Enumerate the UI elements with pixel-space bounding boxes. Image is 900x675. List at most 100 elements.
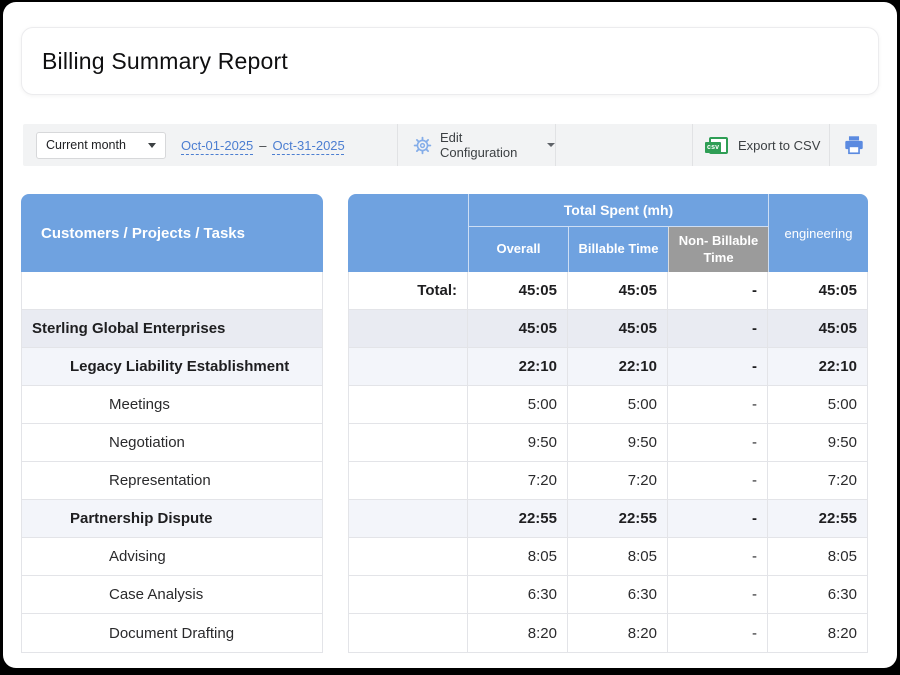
- row-name-label: Sterling Global Enterprises: [22, 320, 225, 337]
- cell-billable-time: 6:30: [568, 576, 668, 613]
- values-table: Total Spent (mh) Overall Billable Time N…: [348, 194, 868, 653]
- cell-billable-time: 8:05: [568, 538, 668, 575]
- cell-engineering: 22:55: [768, 500, 867, 537]
- date-range: Oct-01-2025 – Oct-31-2025: [181, 138, 345, 153]
- cell-row-label: [349, 348, 468, 385]
- table-row-values: 6:30 6:30 - 6:30: [349, 576, 867, 614]
- printer-icon: [843, 134, 865, 156]
- table-row-values: 9:50 9:50 - 9:50: [349, 424, 867, 462]
- cell-billable-time: 8:20: [568, 614, 668, 652]
- table-row-values: 45:05 45:05 - 45:05: [349, 310, 867, 348]
- cell-billable-time: 5:00: [568, 386, 668, 423]
- cell-row-label: [349, 576, 468, 613]
- cell-billable-time: 45:05: [568, 310, 668, 347]
- names-table-header: Customers / Projects / Tasks: [21, 194, 323, 272]
- cell-non-billable-time: -: [668, 462, 768, 499]
- cell-billable-time: 22:55: [568, 500, 668, 537]
- table-row-values: 22:10 22:10 - 22:10: [349, 348, 867, 386]
- chevron-down-icon: [148, 143, 156, 148]
- period-select[interactable]: Current month: [36, 132, 166, 159]
- table-row-total: Total: 45:05 45:05 - 45:05: [349, 272, 867, 310]
- table-row-values: 7:20 7:20 - 7:20: [349, 462, 867, 500]
- cell-overall: 7:20: [468, 462, 568, 499]
- cell-non-billable-time: -: [668, 500, 768, 537]
- cell-row-label: [349, 462, 468, 499]
- gear-icon: [413, 136, 432, 155]
- edit-configuration-label: Edit Configuration: [440, 130, 539, 160]
- row-name-label: Meetings: [22, 396, 170, 413]
- table-row-name: Meetings: [22, 386, 322, 424]
- table-row-total-spacer: [22, 272, 322, 310]
- cell-overall: 8:20: [468, 614, 568, 652]
- table-row-name: Sterling Global Enterprises: [22, 310, 322, 348]
- cell-non-billable-time: -: [668, 614, 768, 652]
- cell-non-billable-time: -: [668, 424, 768, 461]
- header-billable-time: Billable Time: [568, 227, 668, 272]
- cell-billable-time: 9:50: [568, 424, 668, 461]
- row-name-label: Legacy Liability Establishment: [22, 358, 289, 375]
- row-name-label: Document Drafting: [22, 625, 234, 642]
- toolbar-spacer: [556, 124, 693, 166]
- total-label: Total:: [349, 272, 468, 309]
- cell-engineering: 6:30: [768, 576, 867, 613]
- export-to-csv-button[interactable]: csv Export to CSV: [693, 124, 830, 166]
- cell-engineering: 45:05: [768, 272, 867, 309]
- cell-overall: 5:00: [468, 386, 568, 423]
- cell-row-label: [349, 500, 468, 537]
- table-row-values: 5:00 5:00 - 5:00: [349, 386, 867, 424]
- print-button[interactable]: [830, 124, 877, 166]
- row-name-label: Advising: [22, 548, 166, 565]
- cell-non-billable-time: -: [668, 538, 768, 575]
- cell-row-label: [349, 538, 468, 575]
- cell-billable-time: 7:20: [568, 462, 668, 499]
- cell-overall: 8:05: [468, 538, 568, 575]
- csv-file-icon: csv: [709, 137, 728, 154]
- cell-row-label: [349, 614, 468, 652]
- cell-non-billable-time: -: [668, 272, 768, 309]
- header-overall: Overall: [468, 227, 568, 272]
- table-row-values: 8:20 8:20 - 8:20: [349, 614, 867, 652]
- header-non-billable-time: Non- Billable Time: [668, 227, 768, 272]
- toolbar: Current month Oct-01-2025 – Oct-31-2025: [23, 124, 877, 166]
- start-date-link[interactable]: Oct-01-2025: [181, 138, 253, 153]
- row-name-label: Case Analysis: [22, 586, 203, 603]
- cell-engineering: 9:50: [768, 424, 867, 461]
- cell-row-label: [349, 424, 468, 461]
- header-total-spent: Total Spent (mh): [468, 194, 768, 227]
- cell-billable-time: 45:05: [568, 272, 668, 309]
- table-row-values: 22:55 22:55 - 22:55: [349, 500, 867, 538]
- names-table: Customers / Projects / Tasks Sterling Gl…: [21, 194, 323, 653]
- cell-engineering: 45:05: [768, 310, 867, 347]
- header-engineering: engineering: [768, 194, 868, 272]
- values-table-header: Total Spent (mh) Overall Billable Time N…: [348, 194, 868, 272]
- export-to-csv-label: Export to CSV: [738, 138, 820, 153]
- row-name-label: Partnership Dispute: [22, 510, 213, 527]
- edit-configuration-button[interactable]: Edit Configuration: [398, 124, 556, 166]
- period-section: Current month Oct-01-2025 – Oct-31-2025: [23, 124, 398, 166]
- values-table-body: Total: 45:05 45:05 - 45:05 45:05 45:05 -…: [348, 272, 868, 653]
- cell-engineering: 7:20: [768, 462, 867, 499]
- table-row-name: Advising: [22, 538, 322, 576]
- cell-overall: 9:50: [468, 424, 568, 461]
- cell-overall: 6:30: [468, 576, 568, 613]
- cell-billable-time: 22:10: [568, 348, 668, 385]
- table-row-name: Partnership Dispute: [22, 500, 322, 538]
- cell-overall: 45:05: [468, 310, 568, 347]
- title-card: Billing Summary Report: [21, 27, 879, 95]
- cell-overall: 45:05: [468, 272, 568, 309]
- end-date-link[interactable]: Oct-31-2025: [273, 138, 345, 153]
- page-title: Billing Summary Report: [42, 48, 288, 75]
- table-row-name: Document Drafting: [22, 614, 322, 652]
- table-row-name: Negotiation: [22, 424, 322, 462]
- table-row-name: Case Analysis: [22, 576, 322, 614]
- cell-engineering: 5:00: [768, 386, 867, 423]
- cell-non-billable-time: -: [668, 348, 768, 385]
- cell-non-billable-time: -: [668, 576, 768, 613]
- cell-row-label: [349, 386, 468, 423]
- table-row-name: Legacy Liability Establishment: [22, 348, 322, 386]
- period-select-value: Current month: [46, 138, 126, 152]
- header-blank-cell: [348, 194, 468, 272]
- table-row-values: 8:05 8:05 - 8:05: [349, 538, 867, 576]
- cell-row-label: [349, 310, 468, 347]
- date-separator: –: [259, 138, 266, 153]
